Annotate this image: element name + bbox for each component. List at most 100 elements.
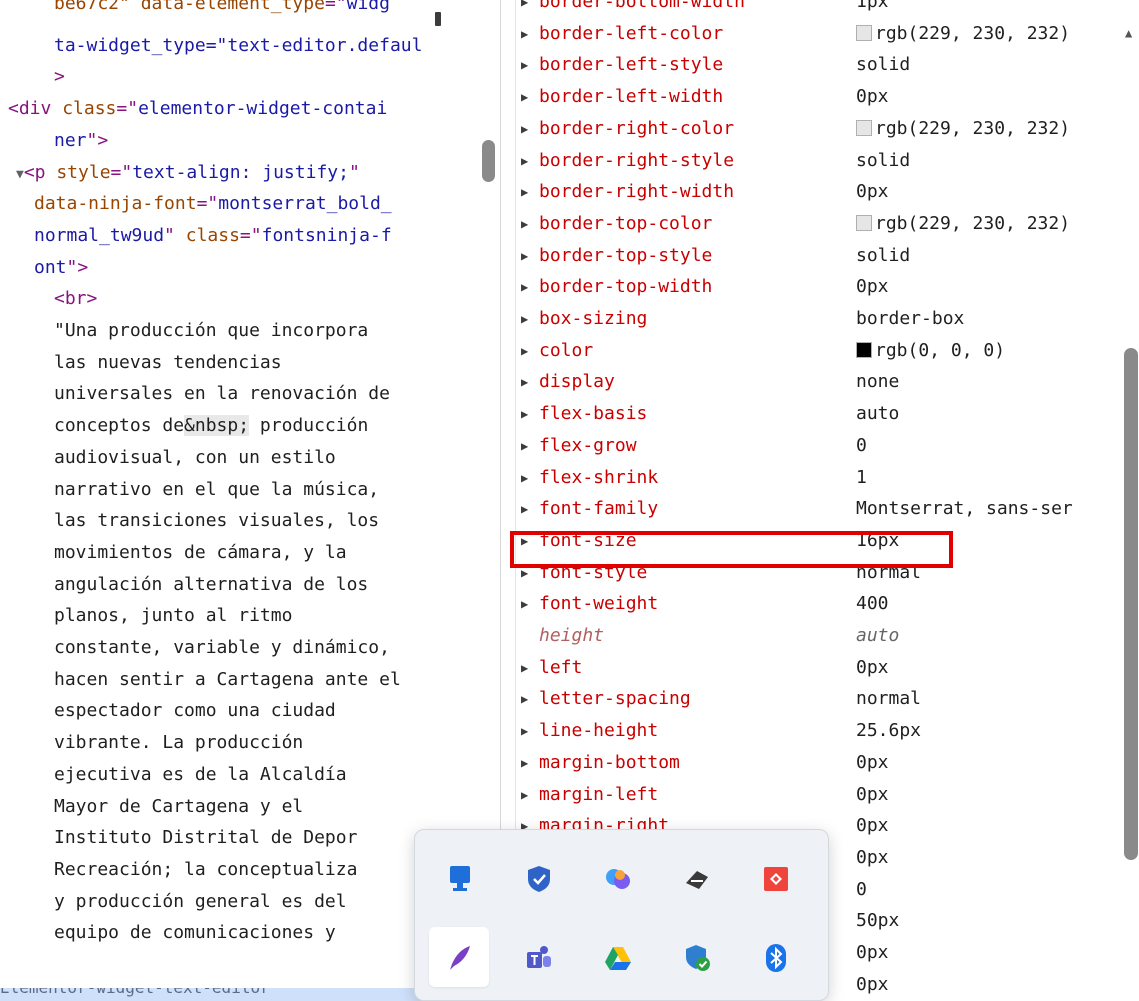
color-swatch[interactable]: [856, 214, 872, 231]
dom-line[interactable]: ont">: [34, 252, 88, 284]
computed-row-border-left-style[interactable]: ▶ border-left-style solid: [501, 49, 1121, 81]
dom-line[interactable]: planos, junto al ritmo: [54, 600, 292, 632]
copilot-icon[interactable]: [587, 848, 647, 908]
dom-line[interactable]: ner">: [54, 125, 108, 157]
computed-row-border-right-color[interactable]: ▶ border-right-color rgb(229, 230, 232): [501, 113, 1121, 145]
property-value-text: solid: [856, 244, 911, 266]
expand-triangle-icon[interactable]: ▼: [16, 167, 24, 182]
color-swatch[interactable]: [856, 24, 872, 41]
computed-row-font-family[interactable]: ▶ font-family Montserrat, sans-ser: [501, 493, 1121, 525]
computed-row-color[interactable]: ▶ color rgb(0, 0, 0): [501, 335, 1121, 367]
expand-arrow-icon[interactable]: ▶: [521, 779, 528, 811]
computed-row-box-sizing[interactable]: ▶ box-sizing border-box: [501, 303, 1121, 335]
expand-arrow-icon[interactable]: ▶: [521, 208, 528, 240]
expand-arrow-icon[interactable]: ▶: [521, 747, 528, 779]
computed-row-left[interactable]: ▶ left 0px: [501, 652, 1121, 684]
expand-arrow-icon[interactable]: ▶: [521, 18, 528, 50]
expand-arrow-icon[interactable]: ▶: [521, 652, 528, 684]
bluetooth-icon[interactable]: [745, 927, 805, 987]
computed-row-border-right-style[interactable]: ▶ border-right-style solid: [501, 145, 1121, 177]
teams-icon[interactable]: [508, 927, 568, 987]
dom-line[interactable]: data-ninja-font="montserrat_bold_: [34, 188, 392, 220]
dom-line[interactable]: conceptos de&nbsp; producción: [54, 410, 368, 442]
dom-line[interactable]: <div class="elementor-widget-contai: [8, 93, 387, 125]
dom-line[interactable]: espectador como una ciudad: [54, 695, 336, 727]
dom-line[interactable]: vibrante. La producción: [54, 727, 303, 759]
computed-row-border-right-width[interactable]: ▶ border-right-width 0px: [501, 176, 1121, 208]
expand-arrow-icon[interactable]: ▶: [521, 49, 528, 81]
defender-shield-icon[interactable]: [508, 848, 568, 908]
scroll-up-arrow-icon[interactable]: ▲: [1125, 26, 1132, 40]
dom-line[interactable]: be67c2" data-element_type="widg: [54, 0, 390, 20]
computed-row-margin-bottom[interactable]: ▶ margin-bottom 0px: [501, 747, 1121, 779]
dom-line[interactable]: normal_tw9ud" class="fontsninja-f: [34, 220, 392, 252]
dom-line[interactable]: "Una producción que incorpora: [54, 315, 368, 347]
anydesk-icon[interactable]: [745, 848, 805, 908]
property-value: rgb(229, 230, 232): [856, 113, 1070, 145]
expand-arrow-icon[interactable]: ▶: [521, 81, 528, 113]
expand-arrow-icon[interactable]: ▶: [521, 176, 528, 208]
google-drive-icon[interactable]: [587, 927, 647, 987]
expand-arrow-icon[interactable]: ▶: [521, 715, 528, 747]
expand-arrow-icon[interactable]: ▶: [521, 683, 528, 715]
security-check-icon[interactable]: [666, 927, 726, 987]
computed-row-border-bottom-width[interactable]: ▶ border-bottom-width 1px: [501, 0, 1121, 18]
dom-line[interactable]: Mayor de Cartagena y el: [54, 791, 303, 823]
elements-scrollbar-thumb[interactable]: [482, 140, 495, 182]
dom-line[interactable]: movimientos de cámara, y la: [54, 537, 347, 569]
dom-line[interactable]: angulación alternativa de los: [54, 569, 368, 601]
computed-row-margin-left[interactable]: ▶ margin-left 0px: [501, 779, 1121, 811]
dom-line[interactable]: >: [54, 61, 65, 93]
expand-arrow-icon[interactable]: ▶: [521, 493, 528, 525]
computed-row-font-weight[interactable]: ▶ font-weight 400: [501, 588, 1121, 620]
dom-line[interactable]: Recreación; la conceptualiza: [54, 854, 357, 886]
dom-token: ">: [66, 256, 89, 278]
computed-row-display[interactable]: ▶ display none: [501, 366, 1121, 398]
expand-arrow-icon[interactable]: ▶: [521, 145, 528, 177]
computed-row-flex-basis[interactable]: ▶ flex-basis auto: [501, 398, 1121, 430]
expand-arrow-icon[interactable]: ▶: [521, 303, 528, 335]
expand-arrow-icon[interactable]: ▶: [521, 335, 528, 367]
expand-arrow-icon[interactable]: ▶: [521, 271, 528, 303]
dom-line[interactable]: y producción general es del: [54, 886, 347, 918]
dom-line[interactable]: narrativo en el que la música,: [54, 474, 379, 506]
expand-arrow-icon[interactable]: ▶: [521, 366, 528, 398]
expand-arrow-icon[interactable]: ▶: [521, 0, 528, 18]
dom-line[interactable]: las nuevas tendencias: [54, 347, 282, 379]
logitech-mouse-icon[interactable]: [666, 848, 726, 908]
breadcrumb-strip[interactable]: Elementor-widget-text-editor: [0, 988, 480, 1001]
expand-arrow-icon[interactable]: ▶: [521, 113, 528, 145]
computed-row-line-height[interactable]: ▶ line-height 25.6px: [501, 715, 1121, 747]
dom-token: =": [116, 98, 139, 120]
color-swatch[interactable]: [856, 341, 872, 358]
computed-row-flex-grow[interactable]: ▶ flex-grow 0: [501, 430, 1121, 462]
computed-row-border-top-width[interactable]: ▶ border-top-width 0px: [501, 271, 1121, 303]
computed-row-border-left-color[interactable]: ▶ border-left-color rgb(229, 230, 232): [501, 18, 1121, 50]
expand-arrow-icon[interactable]: ▶: [521, 462, 528, 494]
computed-row-flex-shrink[interactable]: ▶ flex-shrink 1: [501, 462, 1121, 494]
computed-row-letter-spacing[interactable]: ▶ letter-spacing normal: [501, 683, 1121, 715]
dom-line[interactable]: ta-widget_type="text-editor.defaul: [54, 30, 422, 62]
dom-line[interactable]: audiovisual, con un estilo: [54, 442, 336, 474]
dom-line[interactable]: universales en la renovación de: [54, 378, 390, 410]
dom-line[interactable]: Instituto Distrital de Depor: [54, 822, 357, 854]
dom-line[interactable]: constante, variable y dinámico,: [54, 632, 390, 664]
dom-line[interactable]: equipo de comunicaciones y: [54, 917, 336, 949]
computed-row-border-top-color[interactable]: ▶ border-top-color rgb(229, 230, 232): [501, 208, 1121, 240]
computed-scrollbar-thumb[interactable]: [1124, 348, 1138, 860]
dom-line[interactable]: ejecutiva es de la Alcaldía: [54, 759, 347, 791]
computed-row-border-left-width[interactable]: ▶ border-left-width 0px: [501, 81, 1121, 113]
expand-arrow-icon[interactable]: ▶: [521, 240, 528, 272]
dom-line[interactable]: hacen sentir a Cartagena ante el: [54, 664, 401, 696]
expand-arrow-icon[interactable]: ▶: [521, 398, 528, 430]
dom-line[interactable]: <br>: [54, 283, 97, 315]
monitor-app-icon[interactable]: [429, 848, 489, 908]
expand-arrow-icon[interactable]: ▶: [521, 430, 528, 462]
color-swatch[interactable]: [856, 119, 872, 136]
quill-pen-icon[interactable]: [429, 927, 489, 987]
dom-line[interactable]: ▼<p style="text-align: justify;": [16, 157, 360, 189]
computed-row-border-top-style[interactable]: ▶ border-top-style solid: [501, 240, 1121, 272]
dom-line[interactable]: las transiciones visuales, los: [54, 505, 379, 537]
expand-arrow-icon[interactable]: ▶: [521, 588, 528, 620]
computed-row-height[interactable]: height auto: [501, 620, 1121, 652]
